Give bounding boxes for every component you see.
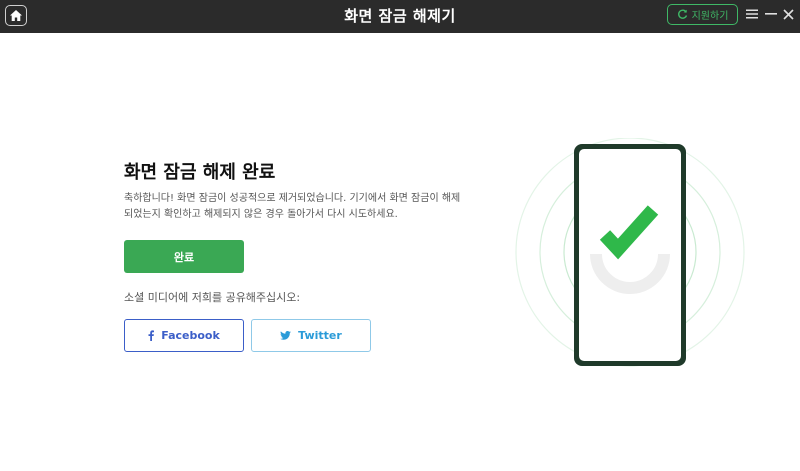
facebook-label: Facebook xyxy=(161,329,220,342)
completion-description: 축하합니다! 화면 잠금이 성공적으로 제거되었습니다. 기기에서 화면 잠금이… xyxy=(124,193,461,220)
twitter-label: Twitter xyxy=(298,329,342,342)
facebook-share-button[interactable]: Facebook xyxy=(124,319,244,352)
twitter-share-button[interactable]: Twitter xyxy=(251,319,371,352)
done-button-label: 완료 xyxy=(173,250,195,264)
title-bar: 화면 잠금 해제기 지원하기 xyxy=(0,0,800,33)
facebook-icon xyxy=(148,330,155,341)
close-button[interactable] xyxy=(780,4,796,24)
menu-icon xyxy=(746,9,758,19)
completion-heading: 화면 잠금 해제 완료 xyxy=(124,162,276,183)
minimize-icon xyxy=(765,13,777,15)
share-prompt: 소셜 미디어에 저희를 공유해주십시오: xyxy=(124,291,301,304)
phone-unlocked-illustration xyxy=(515,138,745,367)
refresh-icon xyxy=(677,9,687,19)
twitter-icon xyxy=(280,331,292,340)
done-button[interactable]: 완료 xyxy=(124,240,244,273)
support-label: 지원하기 xyxy=(691,11,729,22)
support-button[interactable]: 지원하기 xyxy=(667,4,738,25)
close-icon xyxy=(782,8,794,20)
minimize-button[interactable] xyxy=(763,4,779,24)
menu-button[interactable] xyxy=(744,4,760,24)
